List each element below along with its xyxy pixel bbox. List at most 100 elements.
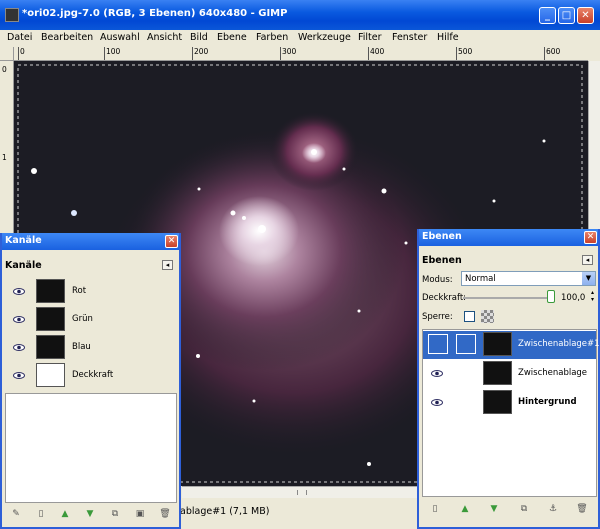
channel-thumbnail: [36, 307, 65, 331]
lower-layer-icon[interactable]: ▼: [488, 503, 500, 515]
eye-icon[interactable]: [13, 344, 25, 351]
channel-to-selection-icon[interactable]: ▣: [134, 508, 146, 520]
tab-menu-arrow-icon[interactable]: ◂: [162, 260, 173, 270]
channel-row-red[interactable]: Rot: [5, 278, 177, 306]
channel-row-green[interactable]: Grün: [5, 306, 177, 334]
minimize-button[interactable]: _: [539, 7, 556, 24]
visibility-toggle[interactable]: [428, 334, 448, 354]
layers-close-button[interactable]: ✕: [584, 231, 597, 244]
lock-label: Sperre:: [422, 312, 453, 322]
eye-icon[interactable]: [13, 288, 25, 295]
duplicate-channel-icon[interactable]: ⧉: [109, 508, 121, 520]
scroll-grip[interactable]: [297, 490, 307, 495]
delete-channel-icon[interactable]: 🗑: [159, 508, 171, 520]
layer-thumbnail: [483, 332, 512, 356]
ruler-label: 200: [194, 47, 209, 56]
eye-icon[interactable]: [431, 370, 443, 377]
mode-label: Modus:: [422, 275, 453, 285]
layers-dock: Ebenen ✕ Ebenen ◂ Modus: Normal ▼ Deckkr…: [417, 229, 600, 529]
ruler-label: 400: [370, 47, 385, 56]
horizontal-scrollbar[interactable]: [182, 486, 418, 498]
duplicate-layer-icon[interactable]: ⧉: [518, 503, 530, 515]
channel-label: Deckkraft: [72, 370, 114, 380]
menu-bar: Datei Bearbeiten Auswahl Ansicht Bild Eb…: [0, 30, 600, 47]
menu-fenster[interactable]: Fenster: [392, 32, 427, 43]
channel-thumbnail: [36, 335, 65, 359]
opacity-slider-track[interactable]: [463, 297, 551, 299]
opacity-value[interactable]: 100,0: [561, 293, 585, 303]
maximize-button[interactable]: □: [558, 7, 575, 24]
menu-ebene[interactable]: Ebene: [217, 32, 247, 43]
ruler-corner[interactable]: [0, 47, 14, 61]
layer-label: Hintergrund: [518, 397, 577, 407]
channels-dock-title: Kanäle: [5, 235, 42, 246]
ruler-label: 100: [106, 47, 121, 56]
chevron-down-icon[interactable]: ▼: [582, 272, 595, 285]
channel-thumbnail: [36, 279, 65, 303]
gimp-image-window: *ori02.jpg-7.0 (RGB, 3 Ebenen) 640x480 -…: [0, 0, 600, 529]
menu-ansicht[interactable]: Ansicht: [147, 32, 182, 43]
ruler-tick: [104, 47, 105, 60]
opacity-label: Deckkraft:: [422, 293, 467, 303]
ruler-label: 500: [458, 47, 473, 56]
channel-label: Grün: [72, 314, 93, 324]
anchor-icon[interactable]: ⚓: [547, 503, 559, 515]
lower-channel-icon[interactable]: ▼: [84, 508, 96, 520]
close-button[interactable]: ✕: [577, 7, 594, 24]
eye-icon[interactable]: [431, 399, 443, 406]
channel-edit-icon[interactable]: ✎: [10, 508, 22, 520]
layer-label: Zwischenablage: [518, 368, 588, 378]
checkerboard-icon: [481, 310, 494, 323]
layer-thumbnail: [483, 361, 512, 385]
horizontal-ruler[interactable]: 0 100 200 300 400 500 600: [14, 47, 588, 61]
spin-arrows-icon[interactable]: ▴ ▾: [591, 289, 594, 303]
new-channel-icon[interactable]: ▯: [35, 508, 47, 520]
menu-bild[interactable]: Bild: [190, 32, 208, 43]
channel-row-alpha[interactable]: Deckkraft: [5, 362, 177, 390]
menu-datei[interactable]: Datei: [7, 32, 32, 43]
layers-dock-titlebar[interactable]: Ebenen ✕: [419, 229, 598, 246]
channel-label: Blau: [72, 342, 91, 352]
layer-label: Zwischenablage#1: [518, 339, 600, 349]
raise-channel-icon[interactable]: ▲: [59, 508, 71, 520]
channels-tab-label: Kanäle: [5, 260, 42, 271]
layer-row[interactable]: Zwischenablage: [423, 360, 596, 388]
layer-row-selected[interactable]: Zwischenablage#1: [423, 331, 600, 359]
ruler-label: 0: [20, 47, 25, 56]
layers-dock-title: Ebenen: [422, 231, 462, 242]
ruler-label: 600: [546, 47, 561, 56]
eye-icon[interactable]: [13, 372, 25, 379]
ruler-tick: [544, 47, 545, 60]
chain-toggle[interactable]: [456, 334, 476, 354]
menu-farben[interactable]: Farben: [256, 32, 288, 43]
channel-row-blue[interactable]: Blau: [5, 334, 177, 362]
channels-dock-titlebar[interactable]: Kanäle ✕: [2, 233, 179, 250]
ruler-tick: [280, 47, 281, 60]
menu-auswahl[interactable]: Auswahl: [100, 32, 140, 43]
title-bar[interactable]: *ori02.jpg-7.0 (RGB, 3 Ebenen) 640x480 -…: [0, 0, 600, 30]
menu-bearbeiten[interactable]: Bearbeiten: [41, 32, 93, 43]
eye-icon[interactable]: [13, 316, 25, 323]
ruler-label: 1: [2, 153, 7, 162]
raise-layer-icon[interactable]: ▲: [459, 503, 471, 515]
mode-select[interactable]: Normal ▼: [461, 271, 596, 286]
menu-hilfe[interactable]: Hilfe: [437, 32, 459, 43]
tab-menu-arrow-icon[interactable]: ◂: [582, 255, 593, 265]
delete-layer-icon[interactable]: 🗑: [576, 503, 588, 515]
lock-alpha-checkbox[interactable]: [464, 311, 475, 322]
layer-row[interactable]: Hintergrund: [423, 389, 596, 417]
menu-werkzeuge[interactable]: Werkzeuge: [298, 32, 351, 43]
ruler-tick: [456, 47, 457, 60]
ruler-label: 0: [2, 65, 7, 74]
channels-close-button[interactable]: ✕: [165, 235, 178, 248]
new-layer-icon[interactable]: ▯: [429, 503, 441, 515]
channel-thumbnail: [36, 363, 65, 387]
opacity-slider-handle[interactable]: [547, 290, 555, 303]
layer-thumbnail: [483, 390, 512, 414]
menu-filter[interactable]: Filter: [358, 32, 382, 43]
status-text: ablage#1 (7,1 MB): [180, 506, 270, 517]
ruler-tick: [18, 47, 19, 60]
ruler-tick: [192, 47, 193, 60]
gimp-app-icon: [5, 8, 19, 22]
channel-label: Rot: [72, 286, 87, 296]
